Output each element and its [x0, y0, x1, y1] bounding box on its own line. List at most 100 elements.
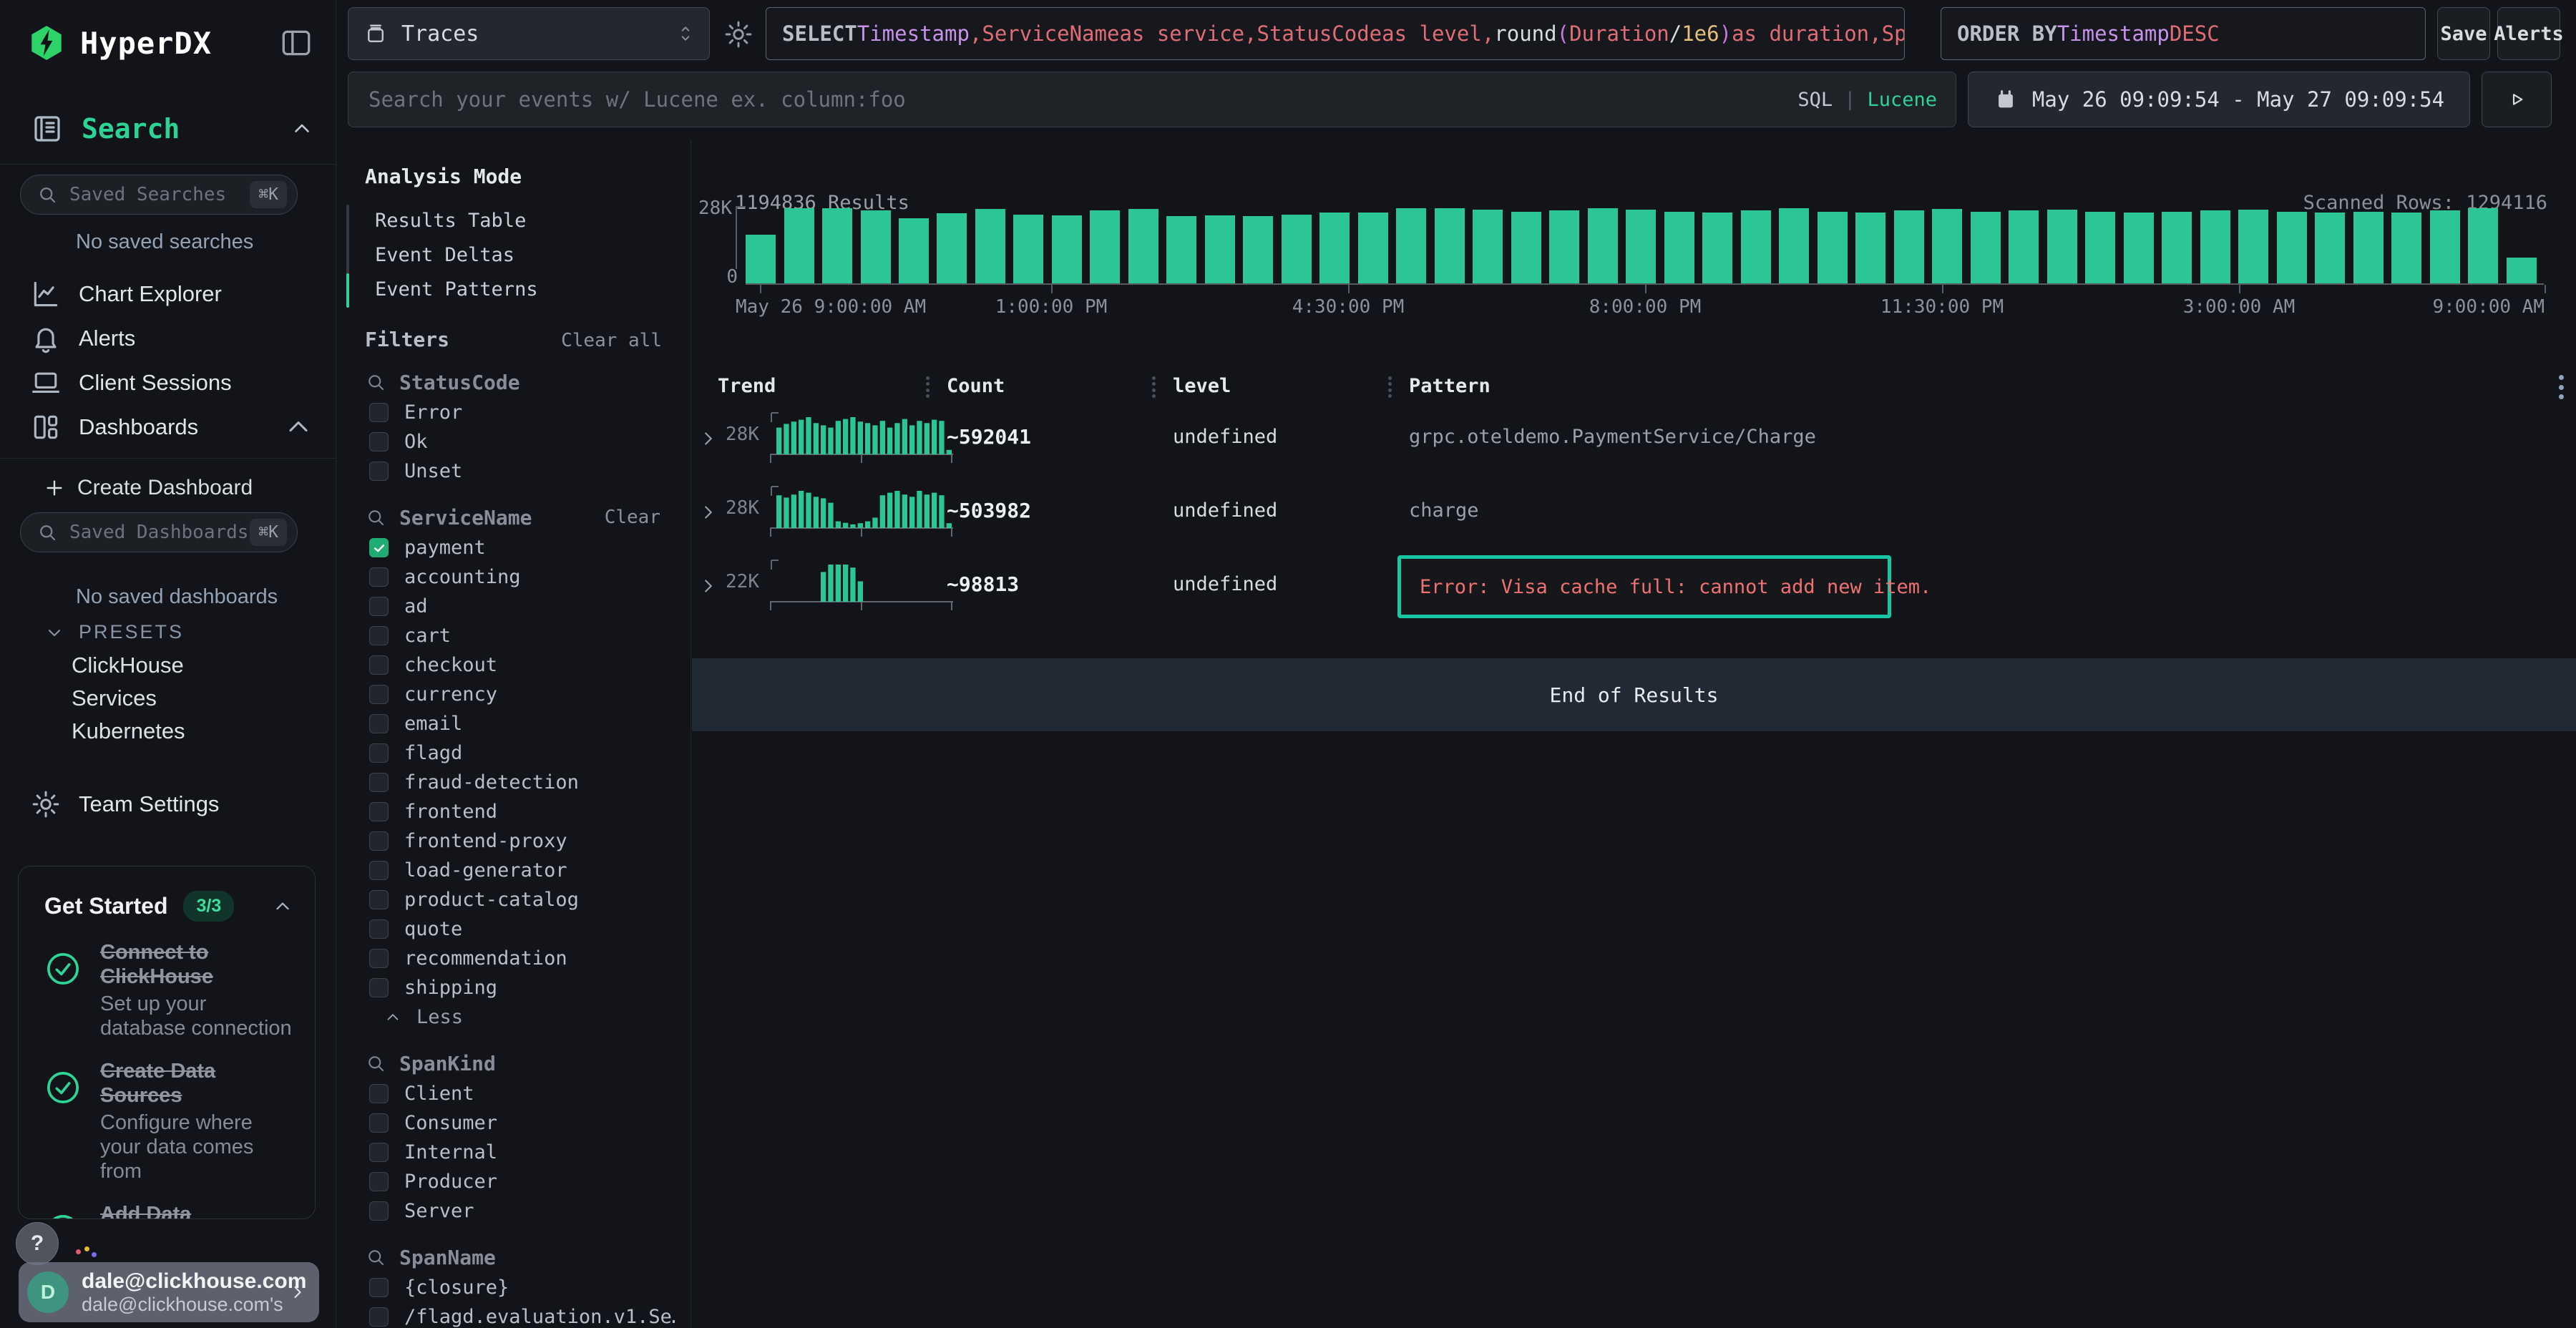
- histogram-bar[interactable]: [975, 209, 1005, 283]
- filter-group-clear-link[interactable]: Clear: [605, 507, 660, 528]
- histogram-bar[interactable]: [1128, 209, 1158, 283]
- preset-item-services[interactable]: Services: [72, 685, 157, 711]
- filter-option-client[interactable]: Client: [365, 1079, 675, 1108]
- filter-option-unset[interactable]: Unset: [365, 456, 675, 486]
- filter-option-currency[interactable]: currency: [365, 680, 675, 709]
- histogram-bar[interactable]: [2162, 212, 2192, 283]
- histogram-bar[interactable]: [2047, 210, 2077, 283]
- histogram-bar[interactable]: [1243, 216, 1273, 283]
- histogram-bar[interactable]: [2391, 213, 2421, 283]
- checkbox-icon[interactable]: [369, 1201, 389, 1221]
- histogram-bar[interactable]: [2200, 210, 2230, 283]
- checkbox-icon[interactable]: [369, 890, 389, 909]
- pattern-row[interactable]: 22K ~98813 undefined Error: Visa cache f…: [692, 550, 2576, 623]
- histogram-bar[interactable]: [2468, 208, 2498, 283]
- histogram-bar[interactable]: [1435, 208, 1465, 283]
- sql-select-editor[interactable]: SELECT Timestamp, ServiceName as service…: [766, 7, 1905, 60]
- column-resize-handle[interactable]: [925, 376, 930, 398]
- checkbox-icon[interactable]: [369, 949, 389, 968]
- histogram-bar[interactable]: [1818, 212, 1848, 283]
- filter-option-ad[interactable]: ad: [365, 592, 675, 621]
- filter-option-internal[interactable]: Internal: [365, 1138, 675, 1167]
- filter-option-quote[interactable]: quote: [365, 914, 675, 944]
- source-settings-gear-icon[interactable]: [723, 19, 754, 50]
- column-resize-handle[interactable]: [1151, 376, 1156, 398]
- preset-item-kubernetes[interactable]: Kubernetes: [72, 718, 185, 744]
- histogram-bar[interactable]: [1971, 212, 2001, 283]
- histogram-bar[interactable]: [861, 210, 891, 283]
- analysis-mode-event-deltas[interactable]: Event Deltas: [375, 238, 514, 272]
- histogram-bar[interactable]: [1855, 213, 1885, 283]
- filter-less-toggle[interactable]: Less: [365, 1002, 675, 1032]
- checkbox-icon[interactable]: [369, 403, 389, 422]
- histogram-bar[interactable]: [2238, 210, 2268, 283]
- filter-option-shipping[interactable]: shipping: [365, 973, 675, 1002]
- checkbox-icon[interactable]: [369, 831, 389, 851]
- checkbox-icon[interactable]: [369, 626, 389, 645]
- saved-searches-field[interactable]: [68, 183, 250, 206]
- filter-option-product-catalog[interactable]: product-catalog: [365, 885, 675, 914]
- table-menu-kebab-icon[interactable]: [2557, 375, 2565, 399]
- histogram-bar[interactable]: [1626, 210, 1656, 283]
- filter-option-producer[interactable]: Producer: [365, 1167, 675, 1196]
- chevron-up-icon[interactable]: [290, 117, 314, 141]
- checkbox-icon[interactable]: [369, 567, 389, 587]
- histogram-bar[interactable]: [2430, 210, 2460, 283]
- histogram-bar[interactable]: [784, 208, 814, 283]
- results-histogram[interactable]: [746, 206, 2544, 285]
- analysis-mode-event-patterns[interactable]: Event Patterns: [375, 272, 538, 306]
- histogram-bar[interactable]: [2009, 210, 2039, 283]
- checkbox-icon[interactable]: [369, 1143, 389, 1162]
- checkbox-icon[interactable]: [369, 743, 389, 763]
- histogram-bar[interactable]: [1664, 212, 1694, 283]
- sidebar-item-dashboards[interactable]: Dashboards: [0, 405, 336, 449]
- histogram-bar[interactable]: [2315, 213, 2345, 283]
- help-button[interactable]: ?: [16, 1222, 59, 1265]
- filter-option-checkout[interactable]: checkout: [365, 650, 675, 680]
- preset-item-clickhouse[interactable]: ClickHouse: [72, 653, 184, 678]
- histogram-bar[interactable]: [899, 218, 929, 283]
- filter-option-cart[interactable]: cart: [365, 621, 675, 650]
- column-resize-handle[interactable]: [1387, 376, 1392, 398]
- histogram-bar[interactable]: [1741, 210, 1771, 283]
- checkbox-icon[interactable]: [369, 432, 389, 451]
- saved-dashboards-field[interactable]: [68, 521, 250, 544]
- sidebar-item-alerts[interactable]: Alerts: [0, 316, 336, 361]
- histogram-bar[interactable]: [2277, 212, 2307, 283]
- user-menu[interactable]: D dale@clickhouse.com dale@clickhouse.co…: [19, 1262, 319, 1322]
- histogram-bar[interactable]: [1396, 208, 1426, 283]
- sidebar-item-chart-explorer[interactable]: Chart Explorer: [0, 272, 336, 316]
- get-started-item-create-data-sources[interactable]: Create Data Sources Configure where your…: [44, 1059, 293, 1183]
- histogram-bar[interactable]: [2085, 212, 2115, 283]
- checkbox-icon[interactable]: [369, 597, 389, 616]
- filter-option-load-generator[interactable]: load-generator: [365, 856, 675, 885]
- checkbox-icon[interactable]: [369, 685, 389, 704]
- create-dashboard-button[interactable]: Create Dashboard: [43, 469, 253, 507]
- histogram-bar[interactable]: [1166, 216, 1196, 283]
- histogram-bar[interactable]: [822, 208, 852, 283]
- histogram-bar[interactable]: [937, 213, 967, 283]
- sidebar-item-client-sessions[interactable]: Client Sessions: [0, 361, 336, 405]
- pattern-row[interactable]: 28K ~592041 undefined grpc.oteldemo.Paym…: [692, 402, 2576, 476]
- run-query-button[interactable]: [2482, 72, 2552, 127]
- filter-option-consumer[interactable]: Consumer: [365, 1108, 675, 1138]
- search-input[interactable]: [367, 87, 1783, 112]
- column-header-trend[interactable]: Trend: [718, 375, 776, 397]
- filter-option-ok[interactable]: Ok: [365, 427, 675, 456]
- save-button[interactable]: Save: [2437, 7, 2490, 60]
- checkbox-icon[interactable]: [369, 462, 389, 481]
- chevron-up-icon[interactable]: [272, 896, 293, 917]
- checkbox-icon[interactable]: [369, 919, 389, 939]
- filter-option-server[interactable]: Server: [365, 1196, 675, 1226]
- histogram-bar[interactable]: [1282, 215, 1312, 283]
- checkbox-icon[interactable]: [369, 1172, 389, 1191]
- filters-clear-all-link[interactable]: Clear all: [561, 330, 662, 351]
- column-header-level[interactable]: level: [1173, 375, 1231, 397]
- column-header-pattern[interactable]: Pattern: [1409, 375, 1491, 397]
- checkbox-icon[interactable]: [369, 1113, 389, 1133]
- get-started-item-connect-to-clickhouse[interactable]: Connect to ClickHouse Set up your databa…: [44, 940, 293, 1040]
- sidebar-section-search[interactable]: Search: [30, 109, 314, 149]
- histogram-bar[interactable]: [1205, 215, 1235, 283]
- sidebar-item-team-settings[interactable]: Team Settings: [30, 784, 219, 824]
- filter-option-email[interactable]: email: [365, 709, 675, 738]
